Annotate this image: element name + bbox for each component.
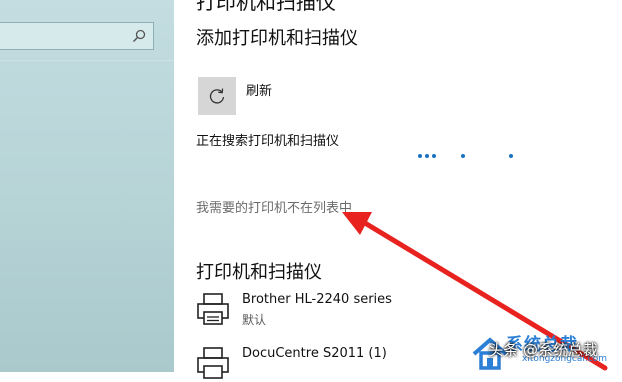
printer-icon: [197, 293, 229, 325]
progress-dots: [174, 154, 622, 160]
printer-name: DocuCentre S2011 (1): [242, 346, 387, 361]
printer-icon: [197, 347, 229, 379]
searching-status: 正在搜索打印机和扫描仪: [196, 134, 340, 149]
printer-not-listed-link[interactable]: 我需要的打印机不在列表中: [196, 197, 352, 216]
printer-name: Brother HL-2240 series: [242, 292, 392, 307]
progress-dot: [461, 154, 465, 158]
add-printers-heading: 添加打印机和扫描仪: [196, 28, 358, 49]
main-content: 打印机和扫描仪 添加打印机和扫描仪 刷新 正在搜索打印机和扫描仪 我需要的打印机…: [174, 0, 622, 379]
printers-heading: 打印机和扫描仪: [196, 262, 322, 283]
sidebar: [0, 0, 174, 372]
progress-dot: [418, 154, 422, 158]
progress-dot: [509, 154, 513, 158]
refresh-icon: [209, 88, 225, 104]
progress-dot: [425, 154, 429, 158]
search-icon[interactable]: [131, 28, 147, 44]
progress-dot: [432, 154, 436, 158]
refresh-button[interactable]: [198, 77, 236, 115]
refresh-label[interactable]: 刷新: [246, 80, 272, 99]
search-input[interactable]: [0, 22, 154, 50]
watermark-credit: 头条 @系统总裁: [488, 341, 598, 359]
page-title: 打印机和扫描仪: [196, 0, 336, 14]
printer-status: 默认: [242, 313, 267, 327]
